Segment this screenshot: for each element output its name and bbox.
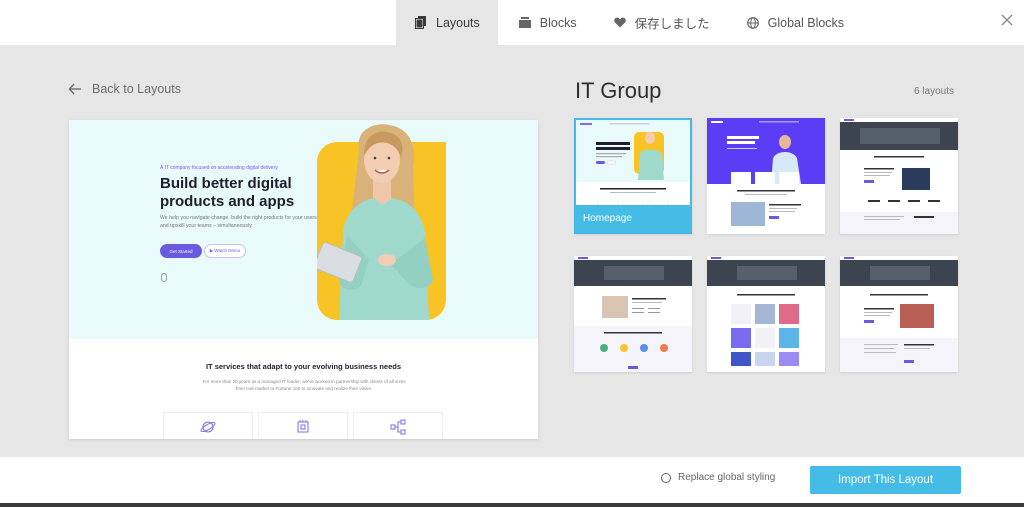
hero-photo — [317, 120, 446, 320]
chip-icon — [295, 419, 311, 439]
arrow-left-icon — [68, 82, 82, 96]
services-heading: IT services that adapt to your evolving … — [205, 362, 402, 371]
back-to-layouts-link[interactable]: Back to Layouts — [68, 82, 181, 96]
network-icon — [390, 419, 406, 439]
layout-preview[interactable]: A IT company focused on accelerating dig… — [69, 120, 538, 439]
layout-thumbnail-image — [574, 256, 692, 372]
hero-get-started-button: Get Started — [160, 244, 202, 258]
layout-thumbnail-homepage[interactable]: Homepage — [574, 118, 692, 234]
tab-saved[interactable]: 保存しました — [595, 0, 728, 45]
globe-icon — [746, 16, 760, 30]
hero-title: Build better digital products and apps — [160, 175, 295, 210]
layout-thumbnail-image — [840, 256, 958, 372]
tab-label: Layouts — [436, 15, 480, 30]
tab-label: 保存しました — [634, 17, 710, 31]
layout-thumbnail-image — [707, 118, 825, 226]
replace-global-styling-label: Replace global styling — [678, 472, 776, 483]
close-button[interactable] — [996, 11, 1018, 33]
top-bar: Layouts Blocks 保存しました Global Blocks — [0, 0, 1024, 45]
tab-blocks[interactable]: Blocks — [498, 0, 595, 45]
feature-card — [163, 412, 253, 439]
close-icon — [1001, 13, 1013, 31]
hero-tagline: A IT company focused on accelerating dig… — [160, 165, 278, 171]
tab-layouts[interactable]: Layouts — [396, 0, 498, 45]
layout-thumbnail[interactable] — [840, 256, 958, 372]
thumbnail-label: Homepage — [576, 205, 690, 232]
layouts-icon — [414, 16, 428, 30]
replace-global-styling-option[interactable]: Replace global styling — [661, 472, 775, 483]
back-label: Back to Layouts — [92, 82, 181, 96]
hero-watch-demo-button: ▶ Watch Demo — [204, 244, 246, 258]
blocks-icon — [518, 16, 532, 30]
layout-count: 6 layouts — [913, 86, 954, 97]
layout-thumbnail-image — [840, 118, 958, 234]
layout-thumbnail[interactable] — [707, 118, 825, 234]
import-layout-button[interactable]: Import This Layout — [810, 466, 961, 494]
planet-icon — [200, 419, 216, 439]
layout-thumbnail-image — [707, 256, 825, 366]
tab-label: Blocks — [539, 15, 577, 30]
layout-thumbnail[interactable] — [840, 118, 958, 234]
replace-global-styling-radio[interactable] — [661, 472, 671, 483]
layout-thumbnail[interactable] — [574, 256, 692, 372]
layout-group-title: IT Group — [575, 78, 662, 103]
preview-hero: A IT company focused on accelerating dig… — [69, 120, 538, 339]
tab-label: Global Blocks — [767, 15, 845, 30]
window-bottom-edge — [0, 503, 1024, 507]
mouse-scroll-icon — [161, 273, 167, 282]
hero-subtitle: We help you navigate change, build the r… — [160, 215, 317, 229]
tab-global-blocks[interactable]: Global Blocks — [728, 0, 862, 45]
services-description: For more than 20 years as a managed IT l… — [202, 379, 406, 391]
feature-card — [258, 412, 348, 439]
tab-bar: Layouts Blocks 保存しました Global Blocks — [396, 0, 862, 45]
layout-thumbnail[interactable] — [707, 256, 825, 372]
feature-card — [353, 412, 443, 439]
heart-icon — [613, 16, 627, 30]
